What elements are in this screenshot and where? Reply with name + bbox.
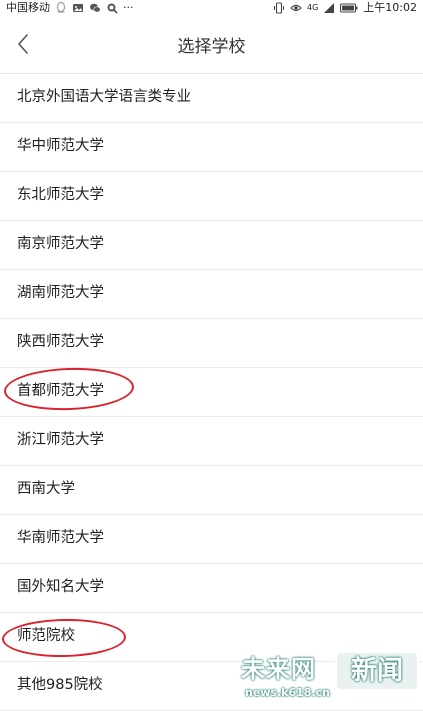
list-item[interactable]: 浙江师范大学 (0, 417, 423, 466)
school-name: 首都师范大学 (17, 383, 104, 399)
network-type-label: 4G (307, 3, 319, 12)
status-bar: 中国移动 ··· 4G 上午10:02 (0, 0, 423, 16)
photo-icon (72, 2, 84, 14)
search-circle-icon (106, 2, 118, 14)
list-item[interactable]: 南京师范大学 (0, 221, 423, 270)
list-item[interactable]: 西南大学 (0, 466, 423, 515)
school-name: 国外知名大学 (17, 579, 104, 595)
news-watermark: 未来网 新闻 news.k618.cn (241, 649, 419, 705)
battery-icon (340, 2, 358, 14)
watermark-brand: 未来网 (241, 655, 316, 683)
more-notifications-label: ··· (123, 1, 134, 14)
status-bar-right: 4G 上午10:02 (273, 0, 417, 16)
school-name: 陕西师范大学 (17, 334, 104, 350)
list-item[interactable]: 国外知名大学 (0, 564, 423, 613)
school-list: 北京外国语大学语言类专业 华中师范大学 东北师范大学 南京师范大学 湖南师范大学… (0, 74, 423, 711)
list-item[interactable]: 陕西师范大学 (0, 319, 423, 368)
school-name: 北京外国语大学语言类专业 (17, 89, 191, 105)
list-item[interactable]: 东北师范大学 (0, 172, 423, 221)
vibrate-icon (273, 2, 285, 14)
school-name: 西南大学 (17, 481, 75, 497)
school-name: 师范院校 (17, 628, 75, 644)
status-bar-left: 中国移动 ··· (6, 0, 134, 16)
watermark-url: news.k618.cn (245, 686, 330, 699)
school-name: 南京师范大学 (17, 236, 104, 252)
watermark-tag: 新闻 (335, 651, 419, 691)
list-item[interactable]: 首都师范大学 (0, 368, 423, 417)
list-item[interactable]: 华中师范大学 (0, 123, 423, 172)
app-header: 选择学校 (0, 16, 423, 74)
qq-icon (55, 2, 67, 14)
wechat-icon (89, 2, 101, 14)
school-name: 其他985院校 (17, 677, 103, 693)
school-name: 湖南师范大学 (17, 285, 104, 301)
list-item[interactable]: 湖南师范大学 (0, 270, 423, 319)
clock-label: 上午10:02 (363, 1, 417, 14)
school-name: 华南师范大学 (17, 530, 104, 546)
page-title: 选择学校 (177, 37, 246, 57)
school-name: 华中师范大学 (17, 138, 104, 154)
eye-icon (290, 2, 302, 14)
carrier-label: 中国移动 (6, 1, 50, 14)
signal-icon (323, 2, 335, 14)
list-item[interactable]: 北京外国语大学语言类专业 (0, 74, 423, 123)
school-name: 东北师范大学 (17, 187, 104, 203)
list-item[interactable]: 华南师范大学 (0, 515, 423, 564)
school-name: 浙江师范大学 (17, 432, 104, 448)
